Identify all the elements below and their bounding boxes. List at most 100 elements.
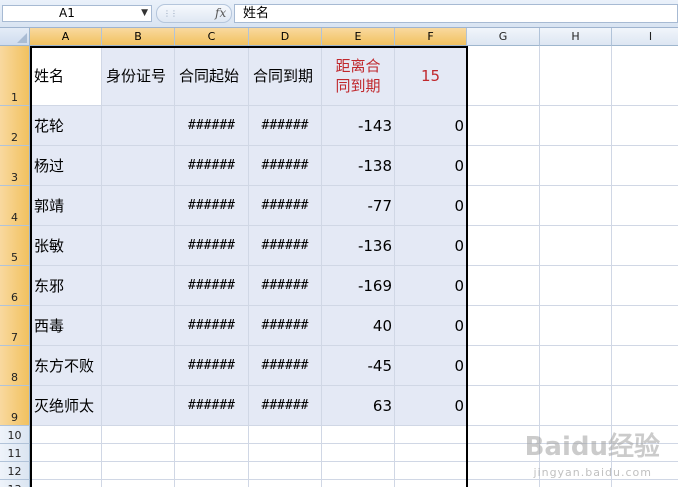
cell-f12[interactable] — [395, 462, 467, 480]
cell-a10[interactable] — [30, 426, 102, 444]
column-header-e[interactable]: E — [322, 28, 395, 46]
cell-b4[interactable] — [102, 186, 175, 226]
cell-d2[interactable]: ###### — [249, 106, 322, 146]
cell-e8[interactable]: -45 — [322, 346, 395, 386]
cell-a5[interactable]: 张敏 — [30, 226, 102, 266]
cell-b8[interactable] — [102, 346, 175, 386]
cell-c13[interactable] — [175, 480, 249, 487]
cell-e12[interactable] — [322, 462, 395, 480]
cell-g3[interactable] — [467, 146, 540, 186]
column-header-c[interactable]: C — [175, 28, 249, 46]
cell-g13[interactable] — [467, 480, 540, 487]
cell-g12[interactable] — [467, 462, 540, 480]
grip-icon[interactable]: ⋮⋮ — [163, 9, 178, 18]
cell-h2[interactable] — [540, 106, 612, 146]
cell-a3[interactable]: 杨过 — [30, 146, 102, 186]
cell-i1[interactable] — [612, 46, 678, 106]
cell-h1[interactable] — [540, 46, 612, 106]
cell-h7[interactable] — [540, 306, 612, 346]
cell-f3[interactable]: 0 — [395, 146, 467, 186]
cell-b5[interactable] — [102, 226, 175, 266]
cell-a8[interactable]: 东方不败 — [30, 346, 102, 386]
cell-g9[interactable] — [467, 386, 540, 426]
cell-e13[interactable] — [322, 480, 395, 487]
cell-d8[interactable]: ###### — [249, 346, 322, 386]
row-header-8[interactable]: 8 — [0, 346, 30, 386]
cell-d9[interactable]: ###### — [249, 386, 322, 426]
cell-h9[interactable] — [540, 386, 612, 426]
cell-g2[interactable] — [467, 106, 540, 146]
cell-c2[interactable]: ###### — [175, 106, 249, 146]
cell-g8[interactable] — [467, 346, 540, 386]
cell-c5[interactable]: ###### — [175, 226, 249, 266]
cell-h8[interactable] — [540, 346, 612, 386]
row-header-11[interactable]: 11 — [0, 444, 30, 462]
cell-e5[interactable]: -136 — [322, 226, 395, 266]
cell-i9[interactable] — [612, 386, 678, 426]
cell-i2[interactable] — [612, 106, 678, 146]
cell-g6[interactable] — [467, 266, 540, 306]
cell-g7[interactable] — [467, 306, 540, 346]
cell-d7[interactable]: ###### — [249, 306, 322, 346]
insert-function-icon[interactable]: fx — [215, 6, 226, 20]
row-header-13[interactable]: 13 — [0, 480, 30, 487]
cell-b13[interactable] — [102, 480, 175, 487]
cell-f8[interactable]: 0 — [395, 346, 467, 386]
column-header-b[interactable]: B — [102, 28, 175, 46]
cell-e2[interactable]: -143 — [322, 106, 395, 146]
cell-b10[interactable] — [102, 426, 175, 444]
row-header-2[interactable]: 2 — [0, 106, 30, 146]
cell-d3[interactable]: ###### — [249, 146, 322, 186]
cell-h5[interactable] — [540, 226, 612, 266]
cell-a7[interactable]: 西毒 — [30, 306, 102, 346]
cell-d12[interactable] — [249, 462, 322, 480]
cell-e7[interactable]: 40 — [322, 306, 395, 346]
row-header-12[interactable]: 12 — [0, 462, 30, 480]
column-header-d[interactable]: D — [249, 28, 322, 46]
cell-c3[interactable]: ###### — [175, 146, 249, 186]
row-header-7[interactable]: 7 — [0, 306, 30, 346]
row-header-5[interactable]: 5 — [0, 226, 30, 266]
cell-a1[interactable]: 姓名 — [30, 46, 102, 106]
cell-d11[interactable] — [249, 444, 322, 462]
cell-b1[interactable]: 身份证号 — [102, 46, 175, 106]
row-header-4[interactable]: 4 — [0, 186, 30, 226]
cell-f7[interactable]: 0 — [395, 306, 467, 346]
column-header-f[interactable]: F — [395, 28, 467, 46]
cell-e3[interactable]: -138 — [322, 146, 395, 186]
cell-e6[interactable]: -169 — [322, 266, 395, 306]
column-header-g[interactable]: G — [467, 28, 540, 46]
cell-a11[interactable] — [30, 444, 102, 462]
cell-e9[interactable]: 63 — [322, 386, 395, 426]
cell-b2[interactable] — [102, 106, 175, 146]
cell-f5[interactable]: 0 — [395, 226, 467, 266]
cell-a12[interactable] — [30, 462, 102, 480]
cell-f13[interactable] — [395, 480, 467, 487]
cell-b6[interactable] — [102, 266, 175, 306]
cell-i3[interactable] — [612, 146, 678, 186]
cell-f10[interactable] — [395, 426, 467, 444]
cell-i4[interactable] — [612, 186, 678, 226]
cell-g1[interactable] — [467, 46, 540, 106]
cell-b3[interactable] — [102, 146, 175, 186]
name-box[interactable]: A1 ▼ — [2, 5, 152, 22]
cell-f2[interactable]: 0 — [395, 106, 467, 146]
cell-c4[interactable]: ###### — [175, 186, 249, 226]
cell-f11[interactable] — [395, 444, 467, 462]
chevron-down-icon[interactable]: ▼ — [141, 6, 148, 21]
cell-i8[interactable] — [612, 346, 678, 386]
cell-e10[interactable] — [322, 426, 395, 444]
column-header-a[interactable]: A — [30, 28, 102, 46]
cell-c1[interactable]: 合同起始 — [175, 46, 249, 106]
cell-e11[interactable] — [322, 444, 395, 462]
cell-e1[interactable]: 距离合同到期 — [322, 46, 395, 106]
cell-h3[interactable] — [540, 146, 612, 186]
cell-d4[interactable]: ###### — [249, 186, 322, 226]
cell-a9[interactable]: 灭绝师太 — [30, 386, 102, 426]
cell-f9[interactable]: 0 — [395, 386, 467, 426]
cell-a4[interactable]: 郭靖 — [30, 186, 102, 226]
cell-c11[interactable] — [175, 444, 249, 462]
cell-b11[interactable] — [102, 444, 175, 462]
cell-g5[interactable] — [467, 226, 540, 266]
cell-d1[interactable]: 合同到期 — [249, 46, 322, 106]
